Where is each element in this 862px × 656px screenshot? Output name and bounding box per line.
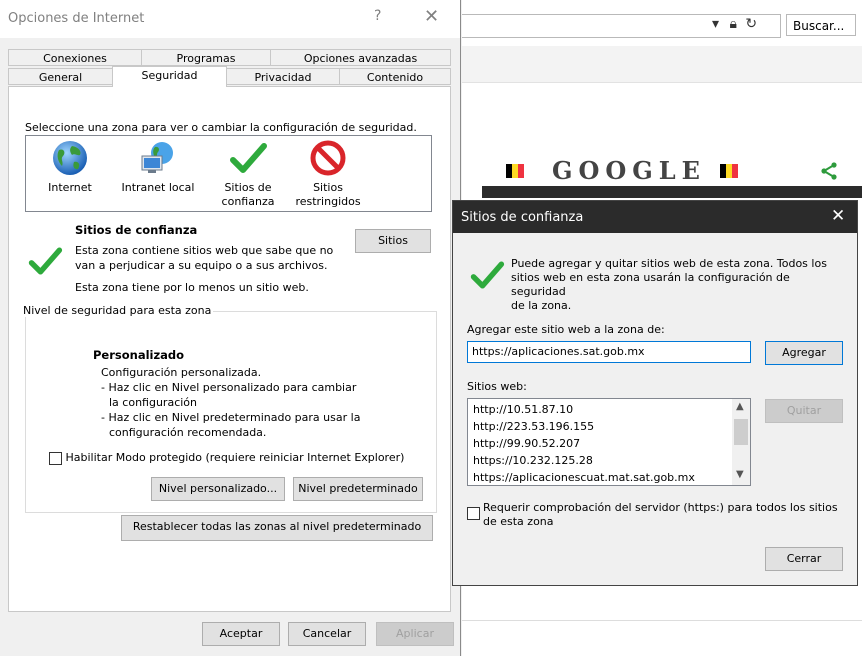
remove-button[interactable]: Quitar	[765, 399, 843, 423]
tab-opciones-avanzadas[interactable]: Opciones avanzadas	[270, 49, 451, 66]
zone-description: Esta zona contiene sitios web que sabe q…	[75, 243, 335, 273]
checkmark-icon	[228, 138, 268, 178]
zone-description-line: Esta zona contiene sitios web que sabe q…	[75, 244, 334, 257]
level-line: configuración recomendada.	[109, 426, 267, 439]
protected-mode-label: Habilitar Modo protegido (requiere reini…	[65, 451, 405, 464]
tab-programas[interactable]: Programas	[141, 49, 271, 66]
reset-all-zones-button[interactable]: Restablecer todas las zonas al nivel pre…	[121, 515, 433, 541]
checkmark-icon	[469, 257, 505, 296]
zone-label-line: restringidos	[295, 195, 361, 208]
cancel-button[interactable]: Cancelar	[288, 622, 366, 646]
scrollbar-thumb[interactable]	[734, 419, 748, 445]
chevron-up-icon[interactable]: ▲	[736, 401, 744, 412]
websites-label: Sitios web:	[467, 380, 527, 393]
site-url-input[interactable]: https://aplicaciones.sat.gob.mx	[467, 341, 751, 363]
zone-list: Internet Intranet local Sitios de confia…	[25, 135, 432, 212]
require-https-checkbox[interactable]	[467, 507, 480, 520]
browser-toolbar	[462, 46, 862, 83]
trusted-sites-dialog: Sitios de confianza ✕ Puede agregar y qu…	[452, 200, 858, 586]
close-icon[interactable]: ✕	[424, 6, 439, 27]
level-line: - Haz clic en Nivel personalizado para c…	[101, 381, 357, 394]
apply-button[interactable]: Aplicar	[376, 622, 454, 646]
tab-conexiones[interactable]: Conexiones	[8, 49, 142, 66]
list-item[interactable]: http://10.51.87.10	[473, 402, 573, 418]
zone-restricted[interactable]: Sitios restringidos	[288, 138, 368, 209]
zone-min-sites: Esta zona tiene por lo menos un sitio we…	[75, 281, 309, 294]
globe-icon	[50, 138, 90, 178]
address-bar-row: ▾ 🔒︎ ↻ Buscar...	[462, 0, 862, 47]
belgium-flag-icon	[720, 164, 738, 178]
internet-options-dialog: Opciones de Internet ? ✕ Conexiones Prog…	[0, 0, 461, 656]
dialog-title: Sitios de confianza	[461, 210, 584, 225]
security-level-description: Configuración personalizada. - Haz clic …	[101, 365, 360, 440]
list-item[interactable]: https://aplicacionescuat.mat.sat.gob.mx	[473, 470, 695, 485]
doodle-text: GOOGLE	[552, 156, 706, 185]
add-button[interactable]: Agregar	[765, 341, 843, 365]
help-button[interactable]: ?	[374, 8, 381, 24]
info-line: sitios web en esta zona usarán la config…	[511, 271, 790, 298]
add-site-label: Agregar este sitio web a la zona de:	[467, 323, 665, 336]
zone-label-wrap: Sitios de confianza	[208, 181, 288, 209]
lock-icon: 🔒︎	[729, 16, 737, 32]
search-box[interactable]: Buscar...	[786, 14, 856, 36]
belgium-flag-icon	[506, 164, 524, 178]
sites-button[interactable]: Sitios	[355, 229, 431, 253]
tab-general[interactable]: General	[8, 68, 113, 85]
dialog-title: Opciones de Internet	[8, 11, 145, 26]
zone-description-line: van a perjudicar a su equipo o a sus arc…	[75, 259, 328, 272]
network-icon	[138, 138, 178, 178]
zone-label-line: confianza	[221, 195, 275, 208]
list-item[interactable]: http://99.90.52.207	[473, 436, 580, 452]
tab-privacidad[interactable]: Privacidad	[226, 68, 340, 85]
security-level-legend: Nivel de seguridad para esta zona	[21, 304, 214, 317]
zone-label: Intranet local	[121, 181, 195, 194]
tab-contenido[interactable]: Contenido	[339, 68, 451, 85]
require-https-label: Requerir comprobación del servidor (http…	[483, 501, 843, 529]
websites-list[interactable]: http://10.51.87.10 http://223.53.196.155…	[467, 398, 751, 486]
info-line: de la zona.	[511, 299, 572, 312]
dropdown-arrow-icon[interactable]: ▾	[712, 16, 719, 32]
zone-trusted[interactable]: Sitios de confianza	[208, 138, 288, 209]
ok-button[interactable]: Aceptar	[202, 622, 280, 646]
default-level-button[interactable]: Nivel predeterminado	[293, 477, 423, 501]
divider	[462, 620, 862, 621]
tab-seguridad[interactable]: Seguridad	[112, 66, 227, 87]
refresh-icon[interactable]: ↻	[745, 16, 757, 32]
protected-mode-row: Habilitar Modo protegido (requiere reini…	[49, 451, 404, 465]
checkmark-icon	[27, 243, 63, 282]
zone-prompt: Seleccione una zona para ver o cambiar l…	[25, 121, 417, 134]
level-line: Configuración personalizada.	[101, 366, 262, 379]
dialog-titlebar: Opciones de Internet ? ✕	[0, 0, 460, 38]
dialog-titlebar: Sitios de confianza ✕	[453, 201, 857, 233]
google-doodle[interactable]: GOOGLE	[482, 150, 862, 198]
zone-title: Sitios de confianza	[75, 223, 198, 237]
list-item[interactable]: http://223.53.196.155	[473, 419, 594, 435]
trusted-info-text: Puede agregar y quitar sitios web de est…	[511, 257, 841, 313]
security-tab-panel: Seleccione una zona para ver o cambiar l…	[8, 86, 451, 612]
custom-level-button[interactable]: Nivel personalizado...	[151, 477, 285, 501]
restricted-icon	[308, 138, 348, 178]
zone-label: Internet	[48, 181, 92, 194]
close-button[interactable]: Cerrar	[765, 547, 843, 571]
level-line: - Haz clic en Nivel predeterminado para …	[101, 411, 361, 424]
zone-intranet[interactable]: Intranet local	[118, 138, 198, 195]
info-line: Puede agregar y quitar sitios web de est…	[511, 257, 827, 270]
search-placeholder: Buscar...	[793, 19, 845, 33]
address-bar-icons: ▾ 🔒︎ ↻	[712, 16, 757, 32]
zone-label-line: Sitios de	[224, 181, 272, 194]
security-level-title: Personalizado	[93, 348, 185, 362]
zone-label-wrap: Sitios restringidos	[288, 181, 368, 209]
zone-internet[interactable]: Internet	[30, 138, 110, 195]
list-scrollbar[interactable]: ▲ ▼	[732, 399, 750, 485]
zone-label-line: Sitios	[313, 181, 343, 194]
require-line: de esta zona	[483, 515, 554, 528]
chevron-down-icon[interactable]: ▼	[736, 469, 744, 480]
require-line: Requerir comprobación del servidor (http…	[483, 501, 838, 514]
protected-mode-checkbox[interactable]	[49, 451, 62, 465]
share-icon[interactable]	[820, 162, 838, 185]
list-item[interactable]: https://10.232.125.28	[473, 453, 593, 469]
level-line: la configuración	[109, 396, 197, 409]
close-icon[interactable]: ✕	[831, 206, 845, 226]
